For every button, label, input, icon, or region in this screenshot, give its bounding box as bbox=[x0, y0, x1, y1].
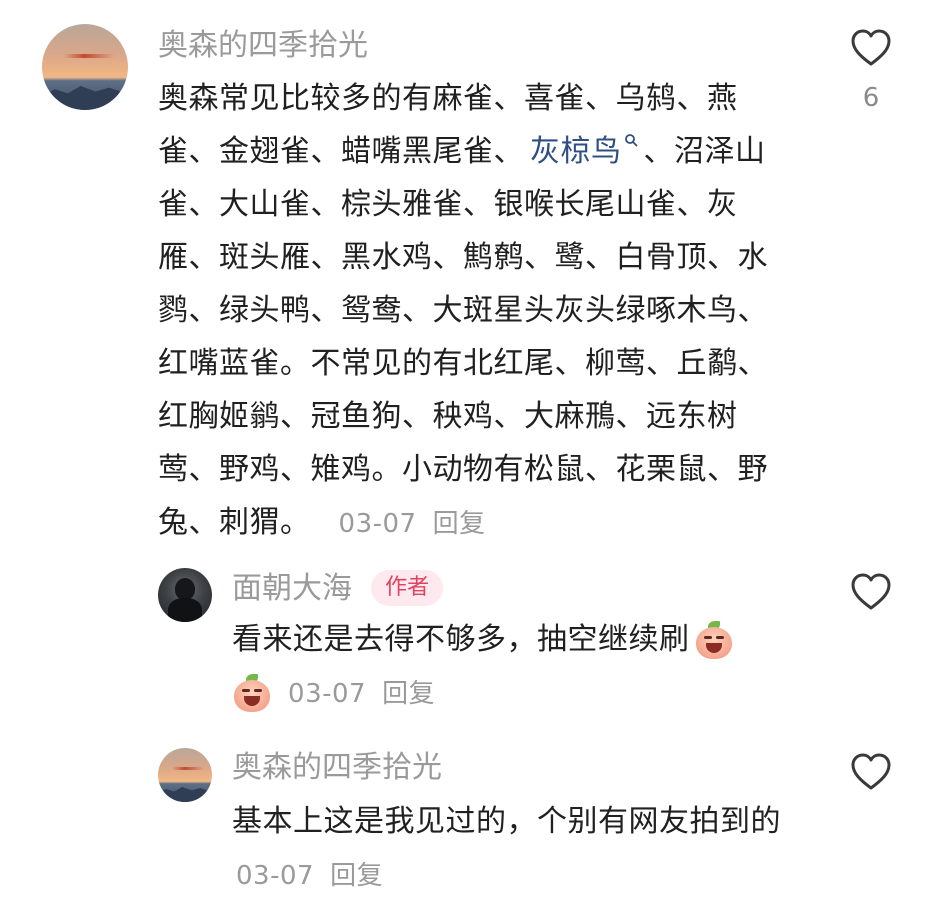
avatar-sunset-streak bbox=[64, 54, 114, 58]
comment-username[interactable]: 奥森的四季拾光 bbox=[158, 28, 368, 64]
comment-date: 03-07 bbox=[338, 509, 417, 539]
laughing-peach-emoji bbox=[694, 620, 734, 661]
heart-outline-icon bbox=[851, 753, 891, 790]
reply-button[interactable]: 回复 bbox=[382, 679, 435, 709]
like-button[interactable] bbox=[850, 572, 892, 616]
like-count: 6 bbox=[862, 83, 880, 113]
avatar-figure-body bbox=[168, 598, 202, 622]
avatar-mountain bbox=[42, 86, 128, 110]
avatar-mountain bbox=[158, 787, 212, 802]
comment-text: 奥森常见比较多的有麻雀、喜雀、乌鸫、燕雀、金翅雀、蜡嘴黑尾雀、 灰椋鸟 、沼泽山雀、… bbox=[158, 72, 798, 551]
author-badge: 作者 bbox=[371, 570, 444, 606]
avatar-sunset-streak bbox=[172, 767, 204, 770]
reply-username[interactable]: 奥森的四季拾光 bbox=[232, 750, 442, 786]
bird-search-link-label: 灰椋鸟 bbox=[530, 134, 622, 169]
bird-search-link[interactable]: 灰椋鸟 bbox=[524, 134, 644, 169]
avatar-figure-head bbox=[175, 578, 195, 600]
laughing-peach-emoji bbox=[232, 673, 272, 714]
reply-button[interactable]: 回复 bbox=[330, 861, 383, 891]
reply-text: 基本上这是我见过的，个别有网友拍到的 03-07 回复 bbox=[232, 795, 802, 903]
reply-text-content: 基本上这是我见过的，个别有网友拍到的 bbox=[232, 804, 781, 839]
avatar[interactable] bbox=[42, 24, 128, 110]
reply-avatar[interactable] bbox=[158, 748, 212, 802]
reply-text: 看来还是去得不够多，抽空继续刷 03-07 回复 bbox=[232, 613, 832, 721]
heart-outline-icon bbox=[851, 29, 891, 66]
reply-date: 03-07 bbox=[288, 679, 367, 709]
reply-header: 面朝大海 作者 bbox=[232, 570, 444, 607]
like-button[interactable] bbox=[850, 28, 892, 72]
heart-outline-icon bbox=[851, 573, 891, 610]
reply-avatar[interactable] bbox=[158, 568, 212, 622]
search-magnifier-icon bbox=[624, 134, 637, 147]
like-button[interactable] bbox=[850, 752, 892, 796]
reply-button[interactable]: 回复 bbox=[433, 509, 486, 539]
comment-text-part-2: 、沼泽山雀、大山雀、棕头雅雀、银喉长尾山雀、灰雁、斑头雁、黑水鸡、鹪鹩、鹭、白骨… bbox=[158, 134, 768, 540]
reply-text-content: 看来还是去得不够多，抽空继续刷 bbox=[232, 622, 690, 657]
reply-username[interactable]: 面朝大海 bbox=[232, 571, 352, 606]
reply-date: 03-07 bbox=[236, 861, 315, 891]
